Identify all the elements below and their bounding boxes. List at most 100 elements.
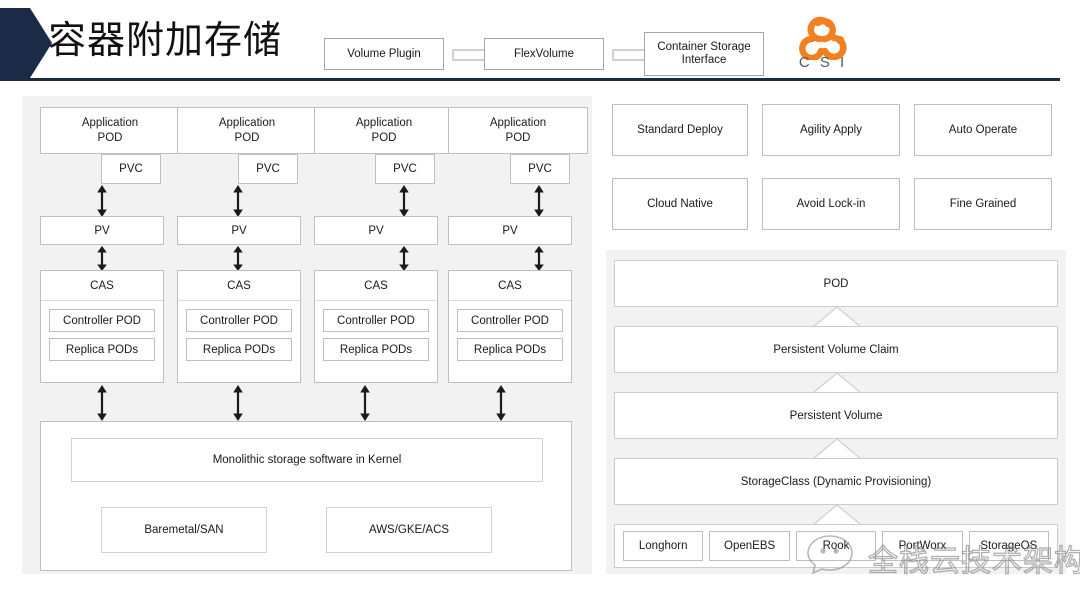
slide-root: 容器附加存储 Volume Plugin FlexVolume Containe… bbox=[0, 0, 1080, 607]
cas-box-3[interactable]: CAS Controller POD Replica PODs bbox=[314, 270, 438, 383]
feature-tile-auto-operate-label: Auto Operate bbox=[949, 123, 1017, 137]
flow-box-volume-plugin-label: Volume Plugin bbox=[347, 48, 421, 61]
vendor-longhorn[interactable]: Longhorn bbox=[623, 531, 703, 561]
feature-tile-auto-operate[interactable]: Auto Operate bbox=[914, 104, 1052, 156]
monolithic-storage-box[interactable]: Monolithic storage software in Kernel bbox=[71, 438, 543, 482]
pv-box-2[interactable]: PV bbox=[177, 216, 301, 245]
feature-tile-standard-deploy[interactable]: Standard Deploy bbox=[612, 104, 748, 156]
app-pod-box-4[interactable]: Application POD bbox=[448, 107, 588, 154]
feature-tile-cloud-native[interactable]: Cloud Native bbox=[612, 178, 748, 230]
csi-logo: C S I bbox=[788, 14, 858, 76]
pv-box-1[interactable]: PV bbox=[40, 216, 164, 245]
stack-box-storageclass-label: StorageClass (Dynamic Provisioning) bbox=[741, 476, 931, 488]
arrow-pvc-to-pv-1-icon bbox=[95, 185, 109, 217]
pvc-label-1: PVC bbox=[119, 162, 143, 176]
stack-box-persistent-volume-claim[interactable]: Persistent Volume Claim bbox=[614, 326, 1058, 373]
stack-box-pv-label: Persistent Volume bbox=[790, 410, 883, 422]
pvc-label-2: PVC bbox=[256, 162, 280, 176]
arrow-pv-to-cas-4-icon bbox=[532, 246, 546, 271]
arrow-pvc-to-pv-4-icon bbox=[532, 185, 546, 217]
app-pod-box-2[interactable]: Application POD bbox=[177, 107, 317, 154]
stack-box-persistent-volume[interactable]: Persistent Volume bbox=[614, 392, 1058, 439]
app-pod-box-3[interactable]: Application POD bbox=[314, 107, 454, 154]
cas-header-4: CAS bbox=[449, 271, 571, 301]
vendor-rook[interactable]: Rook bbox=[796, 531, 876, 561]
controller-pod-box-1[interactable]: Controller POD bbox=[49, 309, 155, 332]
app-pod-box-1[interactable]: Application POD bbox=[40, 107, 180, 154]
arrow-pvc-to-pv-2-icon bbox=[231, 185, 245, 217]
flow-box-volume-plugin[interactable]: Volume Plugin bbox=[324, 38, 444, 70]
app-pod-label-1-line1: Application bbox=[82, 116, 138, 131]
feature-tile-avoid-lock-in[interactable]: Avoid Lock-in bbox=[762, 178, 900, 230]
replica-pods-box-1[interactable]: Replica PODs bbox=[49, 338, 155, 361]
controller-pod-box-4[interactable]: Controller POD bbox=[457, 309, 563, 332]
stack-connector-3-icon bbox=[812, 438, 862, 460]
stack-connector-4-icon bbox=[812, 504, 862, 526]
header-chevron-decoration bbox=[0, 8, 52, 78]
stack-box-pod[interactable]: POD bbox=[614, 260, 1058, 307]
controller-pod-box-3[interactable]: Controller POD bbox=[323, 309, 429, 332]
cas-body-1: Controller POD Replica PODs bbox=[41, 301, 163, 369]
arrow-cas-to-kernel-1-icon bbox=[95, 385, 109, 421]
app-pod-label-4-line1: Application bbox=[490, 116, 546, 131]
arrow-pv-to-cas-2-icon bbox=[231, 246, 245, 271]
app-pod-label-2-line2: POD bbox=[235, 131, 260, 146]
vendor-openebs[interactable]: OpenEBS bbox=[709, 531, 789, 561]
stack-connector-1-icon bbox=[812, 306, 862, 328]
page-title: 容器附加存储 bbox=[48, 18, 282, 64]
arrow-cas-to-kernel-3-icon bbox=[358, 385, 372, 421]
arrow-cas-to-kernel-4-icon bbox=[494, 385, 508, 421]
arrow-pv-to-cas-1-icon bbox=[95, 246, 109, 271]
pvc-box-3[interactable]: PVC bbox=[375, 154, 435, 184]
cas-box-2[interactable]: CAS Controller POD Replica PODs bbox=[177, 270, 301, 383]
pvc-box-1[interactable]: PVC bbox=[101, 154, 161, 184]
cas-box-1[interactable]: CAS Controller POD Replica PODs bbox=[40, 270, 164, 383]
pvc-label-3: PVC bbox=[393, 162, 417, 176]
app-pod-label-1-line2: POD bbox=[98, 131, 123, 146]
stack-box-pvc-label: Persistent Volume Claim bbox=[773, 344, 898, 356]
flow-box-container-storage-interface[interactable]: Container Storage Interface bbox=[644, 32, 764, 76]
feature-tile-cloud-native-label: Cloud Native bbox=[647, 197, 713, 211]
pv-label-3: PV bbox=[368, 224, 383, 238]
pvc-label-4: PVC bbox=[528, 162, 552, 176]
feature-tile-fine-grained[interactable]: Fine Grained bbox=[914, 178, 1052, 230]
app-pod-label-2-line1: Application bbox=[219, 116, 275, 131]
replica-pods-box-3[interactable]: Replica PODs bbox=[323, 338, 429, 361]
app-pod-label-3-line1: Application bbox=[356, 116, 412, 131]
flow-box-csi-label-line1: Container Storage bbox=[657, 41, 750, 54]
pv-label-1: PV bbox=[94, 224, 109, 238]
vendor-storageos[interactable]: StorageOS bbox=[969, 531, 1049, 561]
controller-pod-box-2[interactable]: Controller POD bbox=[186, 309, 292, 332]
stack-box-pod-label: POD bbox=[824, 278, 849, 290]
cas-header-2: CAS bbox=[178, 271, 300, 301]
feature-tile-avoid-lock-in-label: Avoid Lock-in bbox=[797, 197, 866, 211]
arrow-pvc-to-pv-3-icon bbox=[397, 185, 411, 217]
cas-header-3: CAS bbox=[315, 271, 437, 301]
pvc-box-2[interactable]: PVC bbox=[238, 154, 298, 184]
pv-label-4: PV bbox=[502, 224, 517, 238]
flow-box-csi-label-line2: Interface bbox=[682, 54, 727, 67]
cas-body-3: Controller POD Replica PODs bbox=[315, 301, 437, 369]
kernel-storage-container: Monolithic storage software in Kernel Ba… bbox=[40, 421, 572, 571]
baremetal-san-box[interactable]: Baremetal/SAN bbox=[101, 507, 267, 553]
stack-connector-2-icon bbox=[812, 372, 862, 394]
vendor-strip: Longhorn OpenEBS Rook PortWorx StorageOS bbox=[614, 524, 1058, 568]
header-divider bbox=[0, 78, 1060, 81]
stack-box-storageclass[interactable]: StorageClass (Dynamic Provisioning) bbox=[614, 458, 1058, 505]
app-pod-label-3-line2: POD bbox=[372, 131, 397, 146]
pv-box-3[interactable]: PV bbox=[314, 216, 438, 245]
flow-box-flexvolume[interactable]: FlexVolume bbox=[484, 38, 604, 70]
arrow-pv-to-cas-3-icon bbox=[397, 246, 411, 271]
replica-pods-box-2[interactable]: Replica PODs bbox=[186, 338, 292, 361]
feature-tile-agility-apply[interactable]: Agility Apply bbox=[762, 104, 900, 156]
flow-box-flexvolume-label: FlexVolume bbox=[514, 48, 574, 61]
pv-box-4[interactable]: PV bbox=[448, 216, 572, 245]
aws-gke-acs-box[interactable]: AWS/GKE/ACS bbox=[326, 507, 492, 553]
cas-body-2: Controller POD Replica PODs bbox=[178, 301, 300, 369]
pvc-box-4[interactable]: PVC bbox=[510, 154, 570, 184]
vendor-portworx[interactable]: PortWorx bbox=[882, 531, 962, 561]
feature-tile-fine-grained-label: Fine Grained bbox=[950, 197, 1016, 211]
feature-tile-standard-deploy-label: Standard Deploy bbox=[637, 123, 723, 137]
replica-pods-box-4[interactable]: Replica PODs bbox=[457, 338, 563, 361]
cas-box-4[interactable]: CAS Controller POD Replica PODs bbox=[448, 270, 572, 383]
